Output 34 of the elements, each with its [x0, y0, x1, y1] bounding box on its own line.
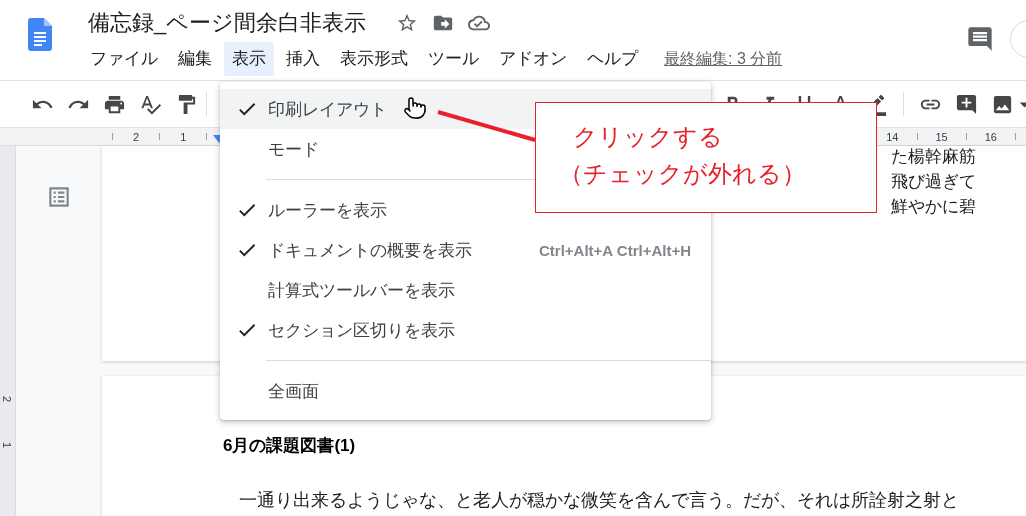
ruler-number: 15 [935, 130, 948, 143]
menu-item[interactable]: アドオン [491, 42, 575, 76]
menu-option[interactable]: セクション区切りを表示 [220, 310, 711, 350]
menu-item[interactable]: ヘルプ [579, 42, 646, 76]
ruler-number: 2 [133, 130, 140, 143]
menu-option-label: 計算式ツールバーを表示 [268, 279, 455, 302]
menu-option[interactable]: ドキュメントの概要を表示 Ctrl+Alt+A Ctrl+Alt+H [220, 230, 711, 270]
ruler-number: 1 [180, 130, 187, 143]
menu-item[interactable]: 表示形式 [332, 42, 416, 76]
section-heading: 6月の課題図書(1) [223, 435, 357, 457]
menu-option[interactable]: 全画面 [220, 371, 711, 411]
annotation-text: （チェックが外れる） [559, 159, 807, 189]
menu-item[interactable]: ツール [420, 42, 487, 76]
menu-item[interactable]: 編集 [170, 42, 220, 76]
ruler-number: 16 [984, 130, 997, 143]
document-title[interactable]: 備忘録_ページ間余白非表示 [88, 8, 367, 38]
last-edit-link[interactable]: 最終編集: 3 分前 [664, 48, 783, 70]
body-text: た楊幹麻筋 [891, 146, 976, 168]
menu-option-label: 印刷レイアウト [268, 98, 387, 121]
menu-item[interactable]: 表示 [224, 42, 274, 76]
menu-item[interactable]: ファイル [82, 42, 166, 76]
menu-option-label: ドキュメントの概要を表示 [268, 239, 472, 262]
menu-option-label: ルーラーを表示 [268, 199, 387, 222]
shortcut-text: Ctrl+Alt+A Ctrl+Alt+H [539, 241, 691, 259]
menu-option-label: 全画面 [268, 380, 319, 403]
ruler-number: 2 [1, 395, 14, 403]
body-text: 鮮やかに碧 [891, 196, 976, 218]
menu-item[interactable]: 挿入 [278, 42, 328, 76]
menu-option-label: セクション区切りを表示 [268, 319, 455, 342]
body-text: 一通り出来るようじゃな、と老人が穏かな微笑を含んで言う。だが、それは所詮射之射と [239, 489, 960, 512]
menu-option[interactable]: 計算式ツールバーを表示 [220, 270, 711, 310]
body-text: 飛び過ぎて [891, 171, 976, 193]
ruler-number: 1 [1, 441, 14, 449]
ruler-number: 14 [886, 130, 899, 143]
